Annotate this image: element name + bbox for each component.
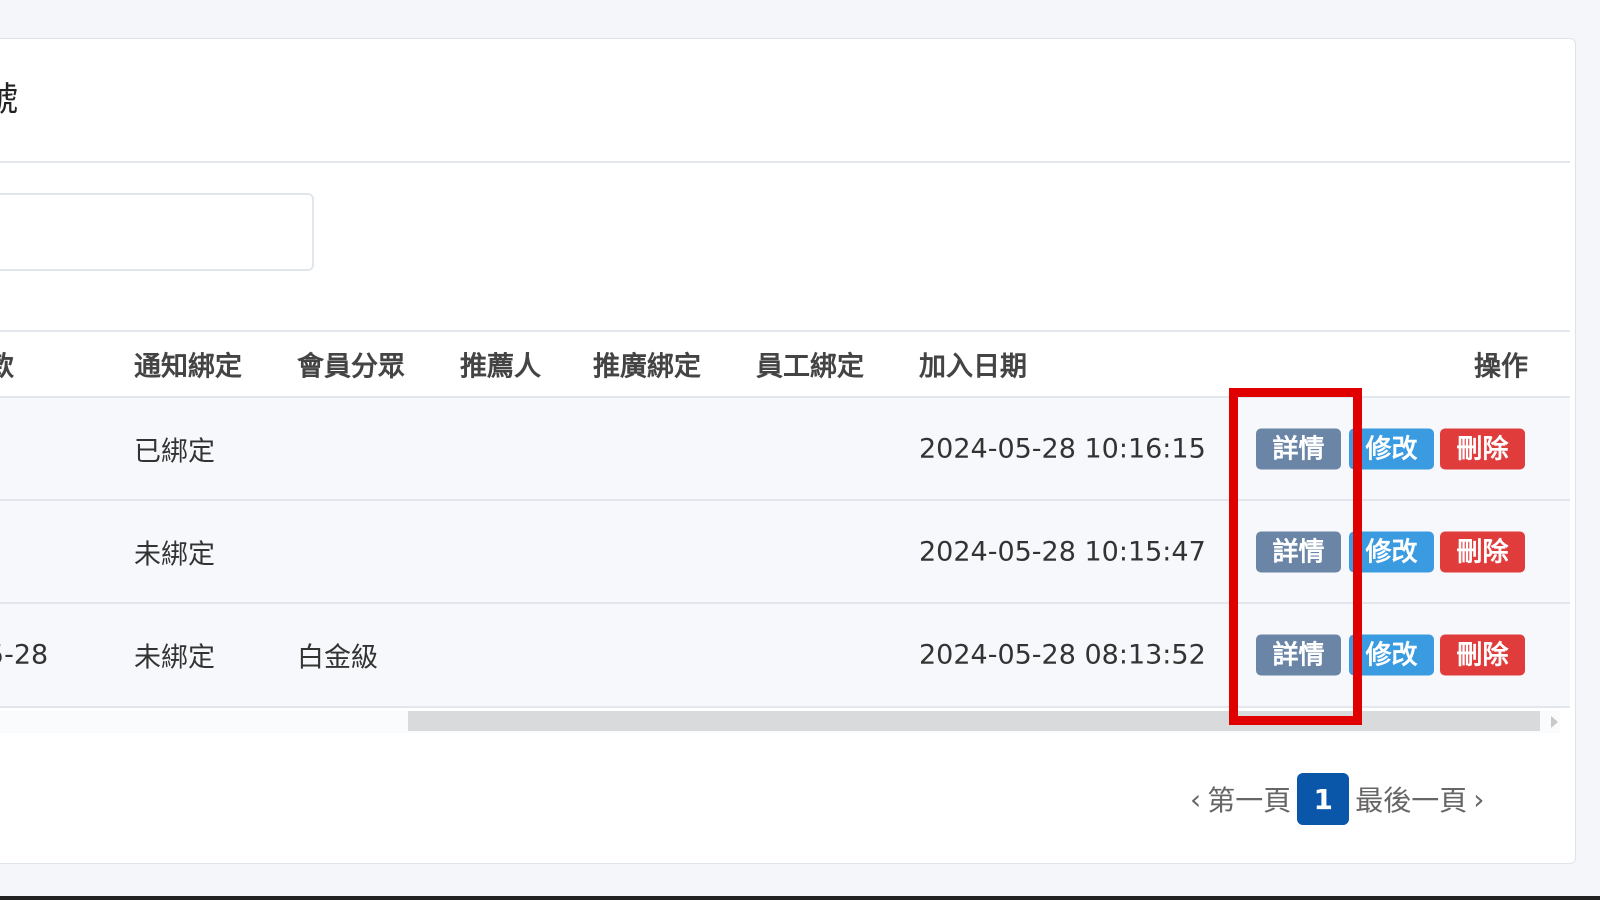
delete-button[interactable]: 刪除 bbox=[1440, 634, 1525, 676]
header-staff: 員工綁定 bbox=[756, 351, 864, 383]
header-actions: 操作 bbox=[1474, 351, 1528, 383]
page-title: 號 bbox=[0, 80, 18, 120]
cell-terms: -05-28 bbox=[0, 639, 49, 671]
pagination: ‹ 第一頁 1 最後一頁 › bbox=[1190, 773, 1484, 825]
header-joined: 加入日期 bbox=[919, 351, 1027, 383]
first-page-link[interactable]: 第一頁 bbox=[1207, 779, 1291, 819]
header-notify: 通知綁定 bbox=[134, 351, 242, 383]
chevron-left-icon[interactable]: ‹ bbox=[1190, 783, 1201, 816]
last-page-link[interactable]: 最後一頁 bbox=[1355, 779, 1467, 819]
highlight-box bbox=[1229, 388, 1362, 725]
divider bbox=[0, 161, 1570, 163]
header-referrer: 推薦人 bbox=[460, 351, 541, 383]
search-input[interactable] bbox=[0, 193, 314, 271]
scrollbar-thumb[interactable] bbox=[408, 711, 1540, 731]
cell-joined: 2024-05-28 08:13:52 bbox=[919, 639, 1206, 671]
header-promo: 推廣綁定 bbox=[593, 351, 701, 383]
cell-notify: 未綁定 bbox=[134, 642, 215, 674]
delete-button[interactable]: 刪除 bbox=[1440, 531, 1525, 572]
cell-joined: 2024-05-28 10:16:15 bbox=[919, 433, 1206, 464]
header-terms: 條款 bbox=[0, 351, 14, 383]
taskbar-edge bbox=[0, 896, 1600, 900]
chevron-right-icon[interactable]: › bbox=[1473, 783, 1484, 816]
header-segment: 會員分眾 bbox=[297, 351, 405, 383]
scroll-right-arrow-icon[interactable] bbox=[1551, 716, 1558, 728]
page-1-button[interactable]: 1 bbox=[1297, 773, 1350, 825]
cell-segment: 白金級 bbox=[297, 642, 378, 674]
member-table: 條款 通知綁定 會員分眾 推薦人 推廣綁定 員工綁定 加入日期 操作 已綁定 20… bbox=[0, 330, 1570, 708]
cell-notify: 已綁定 bbox=[134, 436, 215, 467]
cell-joined: 2024-05-28 10:15:47 bbox=[919, 536, 1206, 567]
delete-button[interactable]: 刪除 bbox=[1440, 428, 1525, 469]
cell-notify: 未綁定 bbox=[134, 539, 215, 570]
